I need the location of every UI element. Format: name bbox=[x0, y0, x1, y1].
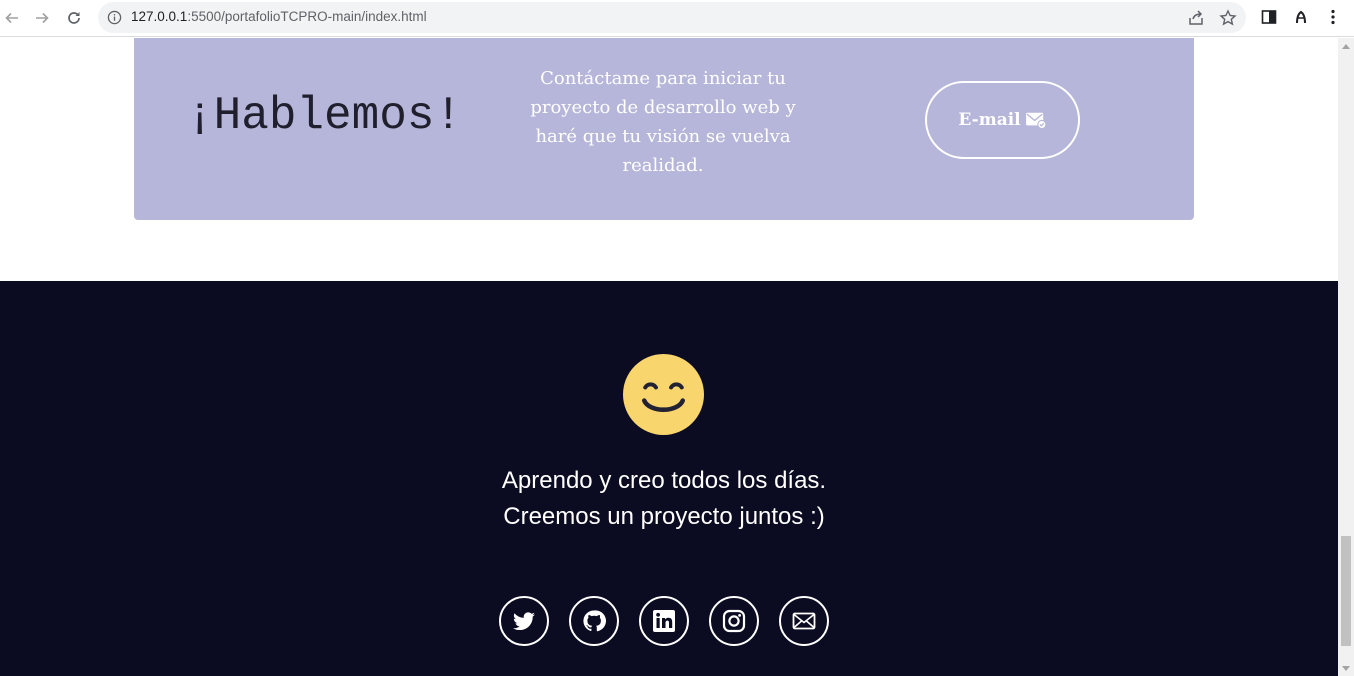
profile-avatar-icon[interactable] bbox=[1292, 8, 1310, 26]
scrollbar-thumb[interactable] bbox=[1341, 536, 1351, 646]
page-viewport: ¡Hablemos! Contáctame para iniciar tu pr… bbox=[0, 38, 1338, 676]
twitter-link[interactable] bbox=[499, 596, 549, 646]
social-links bbox=[499, 596, 839, 648]
email-button-label: E-mail bbox=[958, 110, 1021, 130]
smiling-face-icon bbox=[623, 354, 704, 435]
footer: Aprendo y creo todos los días. Creemos u… bbox=[0, 281, 1338, 676]
forward-button[interactable] bbox=[31, 7, 53, 29]
instagram-link[interactable] bbox=[709, 596, 759, 646]
email-button[interactable]: E-mail bbox=[925, 81, 1080, 159]
info-icon[interactable] bbox=[107, 10, 122, 25]
scroll-up-arrow-icon[interactable] bbox=[1342, 44, 1350, 49]
url-text[interactable]: 127.0.0.1:5500/portafolioTCPRO-main/inde… bbox=[131, 9, 427, 24]
menu-kebab-icon[interactable] bbox=[1324, 8, 1342, 26]
linkedin-icon bbox=[653, 610, 675, 632]
twitter-icon bbox=[513, 612, 535, 631]
page-scrollbar[interactable] bbox=[1338, 38, 1354, 676]
footer-tagline-line2: Creemos un proyecto juntos :) bbox=[503, 503, 825, 530]
arrow-right-icon bbox=[36, 12, 49, 24]
back-button[interactable] bbox=[1, 7, 23, 29]
github-icon bbox=[583, 610, 606, 632]
instagram-icon bbox=[722, 609, 746, 633]
footer-tagline-line1: Aprendo y creo todos los días. bbox=[501, 467, 827, 494]
side-panel-icon[interactable] bbox=[1260, 8, 1278, 26]
address-bar[interactable]: 127.0.0.1:5500/portafolioTCPRO-main/inde… bbox=[98, 2, 1246, 33]
mail-check-icon bbox=[1025, 112, 1047, 129]
contact-message: Contáctame para iniciar tu proyecto de d… bbox=[530, 68, 796, 176]
browser-toolbar: 127.0.0.1:5500/portafolioTCPRO-main/inde… bbox=[0, 0, 1354, 37]
arrow-left-icon bbox=[5, 12, 18, 24]
mail-link[interactable] bbox=[779, 596, 829, 646]
reload-icon bbox=[68, 12, 80, 24]
mail-icon bbox=[792, 612, 816, 630]
contact-banner: ¡Hablemos! Contáctame para iniciar tu pr… bbox=[134, 38, 1194, 220]
github-link[interactable] bbox=[569, 596, 619, 646]
contact-title: ¡Hablemos! bbox=[186, 90, 463, 142]
star-icon[interactable] bbox=[1219, 9, 1237, 27]
share-icon[interactable] bbox=[1187, 9, 1205, 27]
linkedin-link[interactable] bbox=[639, 596, 689, 646]
scroll-down-arrow-icon[interactable] bbox=[1342, 666, 1350, 671]
reload-button[interactable] bbox=[63, 7, 85, 29]
